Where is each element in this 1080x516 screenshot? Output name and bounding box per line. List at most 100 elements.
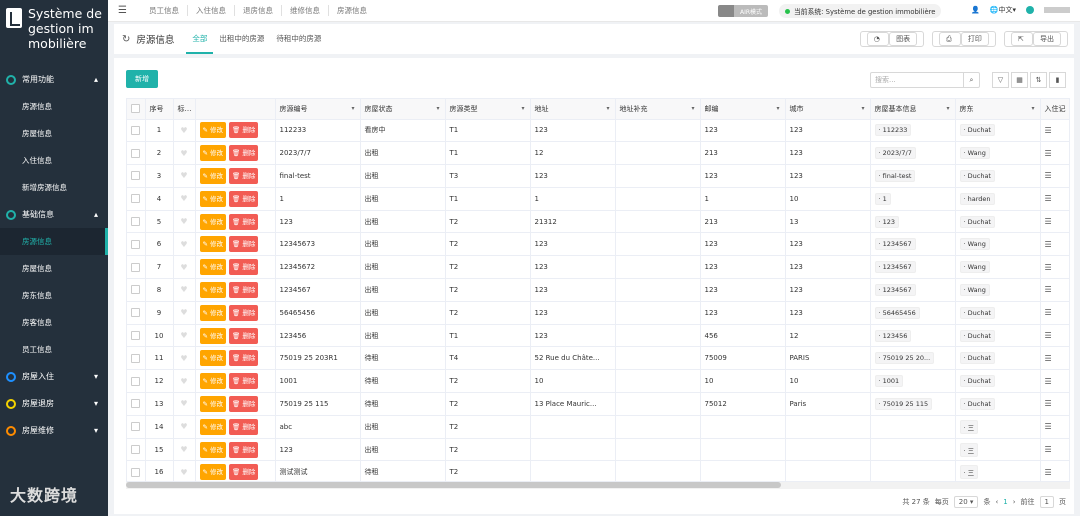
heart-icon[interactable]: ♥ — [180, 331, 187, 340]
next-page-icon[interactable]: › — [1013, 498, 1016, 506]
row-select[interactable] — [127, 460, 146, 481]
cell-checkin[interactable]: ☰ — [1040, 119, 1069, 143]
cell-checkin[interactable]: ☰ — [1040, 210, 1069, 234]
sort-caret-icon[interactable]: ▾ — [861, 105, 864, 112]
column-header[interactable]: 入住记 — [1040, 99, 1069, 120]
edit-button[interactable]: ✎ 修改 — [199, 464, 227, 481]
row-checkbox[interactable] — [131, 285, 141, 295]
table-row[interactable]: 8 ♥ ✎ 修改 🗑 删除 1234567 出租 T2 123 123 123 · 1234567 ·… — [127, 278, 1069, 302]
app-logo[interactable]: Système de gestion immobilière — [0, 0, 108, 66]
list-icon[interactable]: ☰ — [1045, 354, 1052, 363]
edit-button[interactable]: ✎ 修改 — [199, 304, 227, 321]
list-icon[interactable]: ☰ — [1045, 399, 1052, 408]
list-icon[interactable]: ☰ — [1045, 263, 1052, 272]
heart-icon[interactable]: ♥ — [180, 285, 187, 294]
row-select[interactable] — [127, 278, 146, 302]
edit-button[interactable]: ✎ 修改 — [199, 145, 227, 162]
top-nav-link[interactable]: 退房信息 — [235, 5, 282, 16]
cell-checkin[interactable]: ☰ — [1040, 187, 1069, 211]
list-icon[interactable]: ☰ — [1045, 149, 1052, 158]
air-mode-toggle[interactable]: AIR模式 — [718, 5, 768, 17]
delete-button[interactable]: 🗑 删除 — [229, 281, 259, 298]
delete-button[interactable]: 🗑 删除 — [229, 418, 259, 435]
edit-button[interactable]: ✎ 修改 — [199, 122, 227, 139]
heart-icon[interactable]: ♥ — [180, 399, 187, 408]
chart-icon[interactable]: ▮ — [1049, 72, 1066, 88]
edit-button[interactable]: ✎ 修改 — [199, 441, 227, 458]
row-tag[interactable]: ♥ — [173, 346, 196, 371]
row-checkbox[interactable] — [131, 262, 141, 272]
per-page-select[interactable]: 20 ▾ — [953, 496, 979, 508]
list-icon[interactable]: ☰ — [1045, 240, 1052, 249]
row-checkbox[interactable] — [131, 353, 141, 363]
horizontal-scrollbar[interactable] — [126, 482, 1070, 489]
list-icon[interactable]: ☰ — [1045, 126, 1052, 135]
table-row[interactable]: 11 ♥ ✎ 修改 🗑 删除 75019 25 203R1 待租 T4 52 Rue du C… — [127, 346, 1069, 371]
heart-icon[interactable]: ♥ — [180, 194, 187, 203]
delete-button[interactable]: 🗑 删除 — [229, 236, 259, 253]
cell-checkin[interactable]: ☰ — [1040, 301, 1069, 325]
edit-button[interactable]: ✎ 修改 — [199, 167, 227, 184]
search-icon[interactable]: ⌕ — [963, 73, 979, 87]
row-checkbox[interactable] — [131, 171, 141, 181]
sidebar-item[interactable]: 房东信息 — [0, 282, 108, 309]
refresh-icon[interactable]: ↻ — [122, 34, 130, 45]
edit-button[interactable]: ✎ 修改 — [199, 236, 227, 253]
heart-icon[interactable]: ♥ — [180, 171, 187, 180]
column-header[interactable]: 房东 ▾ — [955, 99, 1041, 120]
menu-group[interactable]: 基础信息 ▴ — [0, 201, 108, 228]
row-tag[interactable]: ♥ — [173, 301, 196, 325]
heart-icon[interactable]: ♥ — [180, 126, 187, 135]
table-row[interactable]: 16 ♥ ✎ 修改 🗑 删除 测试测试 待租 T2 · 三 ☰ — [127, 460, 1069, 481]
edit-button[interactable]: ✎ 修改 — [199, 418, 227, 435]
column-header[interactable]: 城市 ▾ — [785, 99, 871, 120]
sidebar-item[interactable]: 新增房源信息 — [0, 174, 108, 201]
table-row[interactable]: 7 ♥ ✎ 修改 🗑 删除 12345672 出租 T2 123 123 123 · 1234567… — [127, 255, 1069, 280]
list-icon[interactable]: ☰ — [1045, 331, 1052, 340]
edit-button[interactable]: ✎ 修改 — [199, 190, 227, 207]
row-tag[interactable]: ♥ — [173, 324, 196, 348]
sort-caret-icon[interactable]: ▾ — [776, 105, 779, 112]
delete-button[interactable]: 🗑 删除 — [229, 122, 259, 139]
column-header[interactable]: 标签 — [173, 99, 196, 120]
row-select[interactable] — [127, 119, 146, 143]
current-page[interactable]: 1 — [1003, 498, 1007, 506]
sidebar-item[interactable]: 房屋信息 — [0, 255, 108, 282]
row-tag[interactable]: ♥ — [173, 415, 196, 439]
row-select[interactable] — [127, 392, 146, 416]
delete-button[interactable]: 🗑 删除 — [229, 304, 259, 321]
sort-caret-icon[interactable]: ▾ — [606, 105, 609, 112]
cell-checkin[interactable]: ☰ — [1040, 346, 1069, 371]
prev-page-icon[interactable]: ‹ — [995, 498, 998, 506]
row-tag[interactable]: ♥ — [173, 392, 196, 416]
sidebar-item[interactable]: 房源信息 — [0, 93, 108, 120]
sort-caret-icon[interactable]: ▾ — [521, 105, 524, 112]
tab[interactable]: 出租中的房源 — [213, 24, 270, 54]
column-header[interactable]: 地址 ▾ — [530, 99, 616, 120]
action-button[interactable]: ◔ 图表 — [859, 31, 925, 47]
list-icon[interactable]: ☰ — [1045, 377, 1052, 386]
row-checkbox[interactable] — [131, 422, 141, 432]
menu-toggle-icon[interactable]: ☰ — [118, 5, 127, 16]
sort-icon[interactable]: ⇅ — [1030, 72, 1047, 88]
cell-checkin[interactable]: ☰ — [1040, 438, 1069, 462]
cell-checkin[interactable]: ☰ — [1040, 369, 1069, 394]
list-icon[interactable]: ☰ — [1045, 285, 1052, 294]
row-tag[interactable]: ♥ — [173, 278, 196, 302]
cell-checkin[interactable]: ☰ — [1040, 232, 1069, 257]
menu-group[interactable]: 房屋入住 ▾ — [0, 363, 108, 390]
list-icon[interactable]: ☰ — [1045, 194, 1052, 203]
cell-checkin[interactable]: ☰ — [1040, 392, 1069, 416]
row-tag[interactable]: ♥ — [173, 369, 196, 394]
list-icon[interactable]: ☰ — [1045, 308, 1052, 317]
row-tag[interactable]: ♥ — [173, 187, 196, 211]
cell-checkin[interactable]: ☰ — [1040, 324, 1069, 348]
select-all-header[interactable] — [127, 99, 146, 120]
top-nav-link[interactable]: 员工信息 — [141, 5, 188, 16]
heart-icon[interactable]: ♥ — [180, 354, 187, 363]
row-checkbox[interactable] — [131, 125, 141, 135]
cell-checkin[interactable]: ☰ — [1040, 278, 1069, 302]
delete-button[interactable]: 🗑 删除 — [229, 190, 259, 207]
table-row[interactable]: 14 ♥ ✎ 修改 🗑 删除 abc 出租 T2 · 三 ☰ — [127, 415, 1069, 439]
row-checkbox[interactable] — [131, 194, 141, 204]
